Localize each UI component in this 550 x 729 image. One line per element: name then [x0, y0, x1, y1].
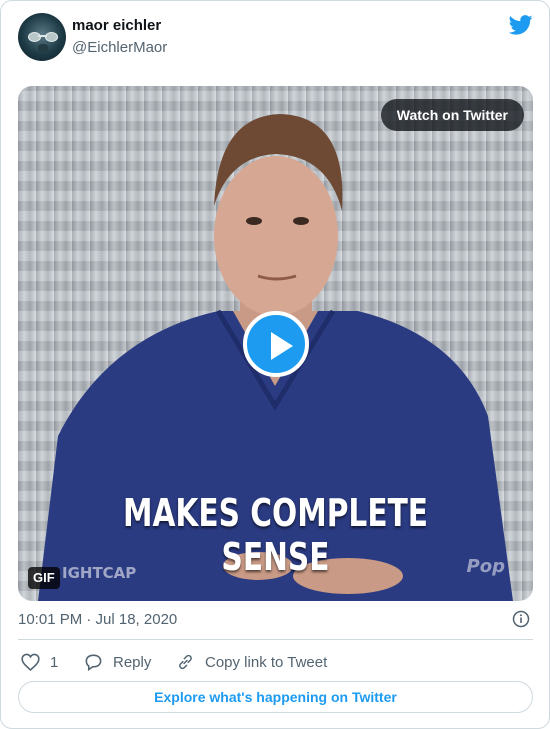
author-name[interactable]: maor eichler: [72, 17, 161, 34]
watermark-left: IGHTCAP: [62, 564, 137, 582]
copy-link-label: Copy link to Tweet: [205, 653, 328, 671]
watch-on-twitter-button[interactable]: Watch on Twitter: [380, 99, 524, 131]
avatar[interactable]: [18, 13, 66, 61]
watermark-right: Pop: [466, 556, 505, 577]
tweet-card: maor eichler @EichlerMaor Watch on Twitt…: [0, 0, 550, 729]
explore-twitter-button[interactable]: Explore what's happening on Twitter: [18, 681, 533, 713]
twitter-bird-icon[interactable]: [509, 15, 533, 35]
like-count: 1: [50, 653, 59, 671]
reply-button[interactable]: Reply: [84, 652, 151, 672]
divider: [18, 639, 533, 640]
heart-icon: [21, 653, 40, 671]
link-icon: [179, 654, 192, 670]
play-button[interactable]: [243, 311, 309, 377]
like-button[interactable]: 1: [21, 652, 58, 672]
tweet-media-gif[interactable]: Watch on Twitter MAKES COMPLETE SENSE IG…: [18, 86, 533, 601]
info-icon[interactable]: [512, 610, 530, 628]
gif-badge: GIF: [28, 567, 60, 589]
reply-label: Reply: [113, 653, 152, 671]
reply-bubble-icon: [85, 654, 102, 671]
tweet-timestamp[interactable]: 10:01 PM · Jul 18, 2020: [18, 611, 177, 628]
copy-link-button[interactable]: Copy link to Tweet: [176, 652, 327, 672]
play-icon: [271, 332, 293, 360]
author-handle[interactable]: @EichlerMaor: [72, 39, 167, 56]
